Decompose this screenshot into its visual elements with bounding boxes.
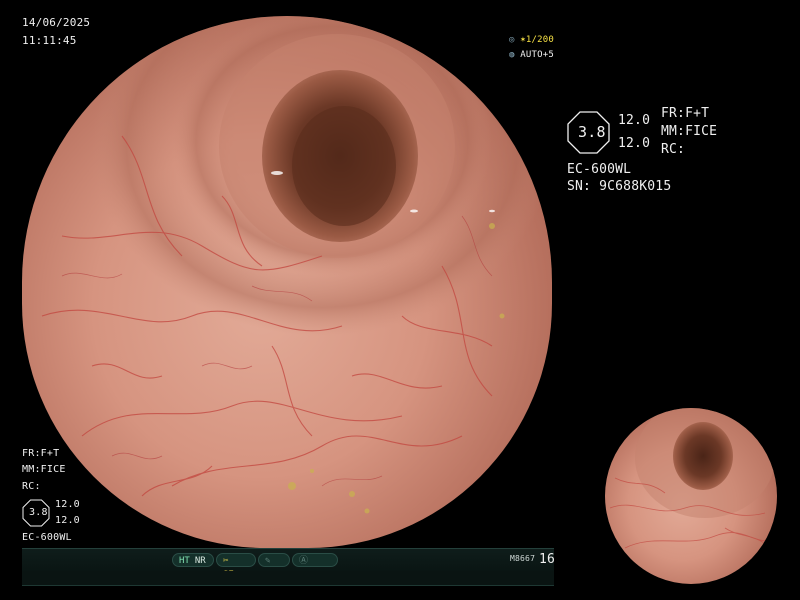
status-bar: HT NR ✂SE ✎ Ⓐ M8667 16 <box>22 548 556 580</box>
value-b-left: 12.0 <box>55 515 80 526</box>
capture-icon: Ⓐ <box>299 556 309 566</box>
serial-number: SN: 9C688K015 <box>567 179 672 194</box>
capture-chip: Ⓐ <box>292 553 338 567</box>
value-b-right: 12.0 <box>618 136 651 151</box>
pencil-chip: ✎ <box>258 553 290 567</box>
status-code: M8667 <box>510 554 536 563</box>
scissors-icon: ✂ <box>223 556 229 566</box>
scope-model-right: EC-600WL <box>567 162 632 177</box>
endoscope-pip-view <box>605 408 777 584</box>
scope-model-left: EC-600WL <box>22 532 72 543</box>
mm-label-left: MM:FICE <box>22 464 66 475</box>
fr-label-right: FR:F+T <box>661 106 710 121</box>
iris-icon: ◎ <box>509 35 515 45</box>
auto-exposure-icon: ◍ <box>509 50 515 60</box>
pencil-icon: ✎ <box>265 556 271 566</box>
ht-nr-chip: HT NR <box>172 553 214 567</box>
rc-label-left: RC: <box>22 481 41 492</box>
brightness-value-right: 3.8 <box>578 123 606 141</box>
ht-label: HT <box>179 556 190 566</box>
frame-count: 16 <box>539 552 556 567</box>
colon-lumen-image <box>22 16 552 548</box>
nr-label: NR <box>194 556 206 566</box>
auto-exposure-row: ◍ AUTO+5 <box>509 50 554 61</box>
se-chip: ✂SE <box>216 553 256 580</box>
value-a-left: 12.0 <box>55 499 80 510</box>
shutter-value: 1/200 <box>525 35 554 45</box>
brightness-value-left: 3.8 <box>29 507 48 518</box>
endoscope-main-view <box>22 16 552 548</box>
auto-exposure-value: AUTO+5 <box>520 50 554 60</box>
value-a-right: 12.0 <box>618 113 651 128</box>
status-bar-lower <box>22 571 554 586</box>
date-readout: 14/06/2025 <box>22 16 91 29</box>
fr-label-left: FR:F+T <box>22 448 60 459</box>
mm-label-right: MM:FICE <box>661 124 718 139</box>
rc-label-right: RC: <box>661 142 686 157</box>
colon-lumen-thumbnail <box>605 408 777 584</box>
time-readout: 11:11:45 <box>22 34 77 47</box>
shutter-row: ◎ ✶1/200 <box>509 35 554 46</box>
